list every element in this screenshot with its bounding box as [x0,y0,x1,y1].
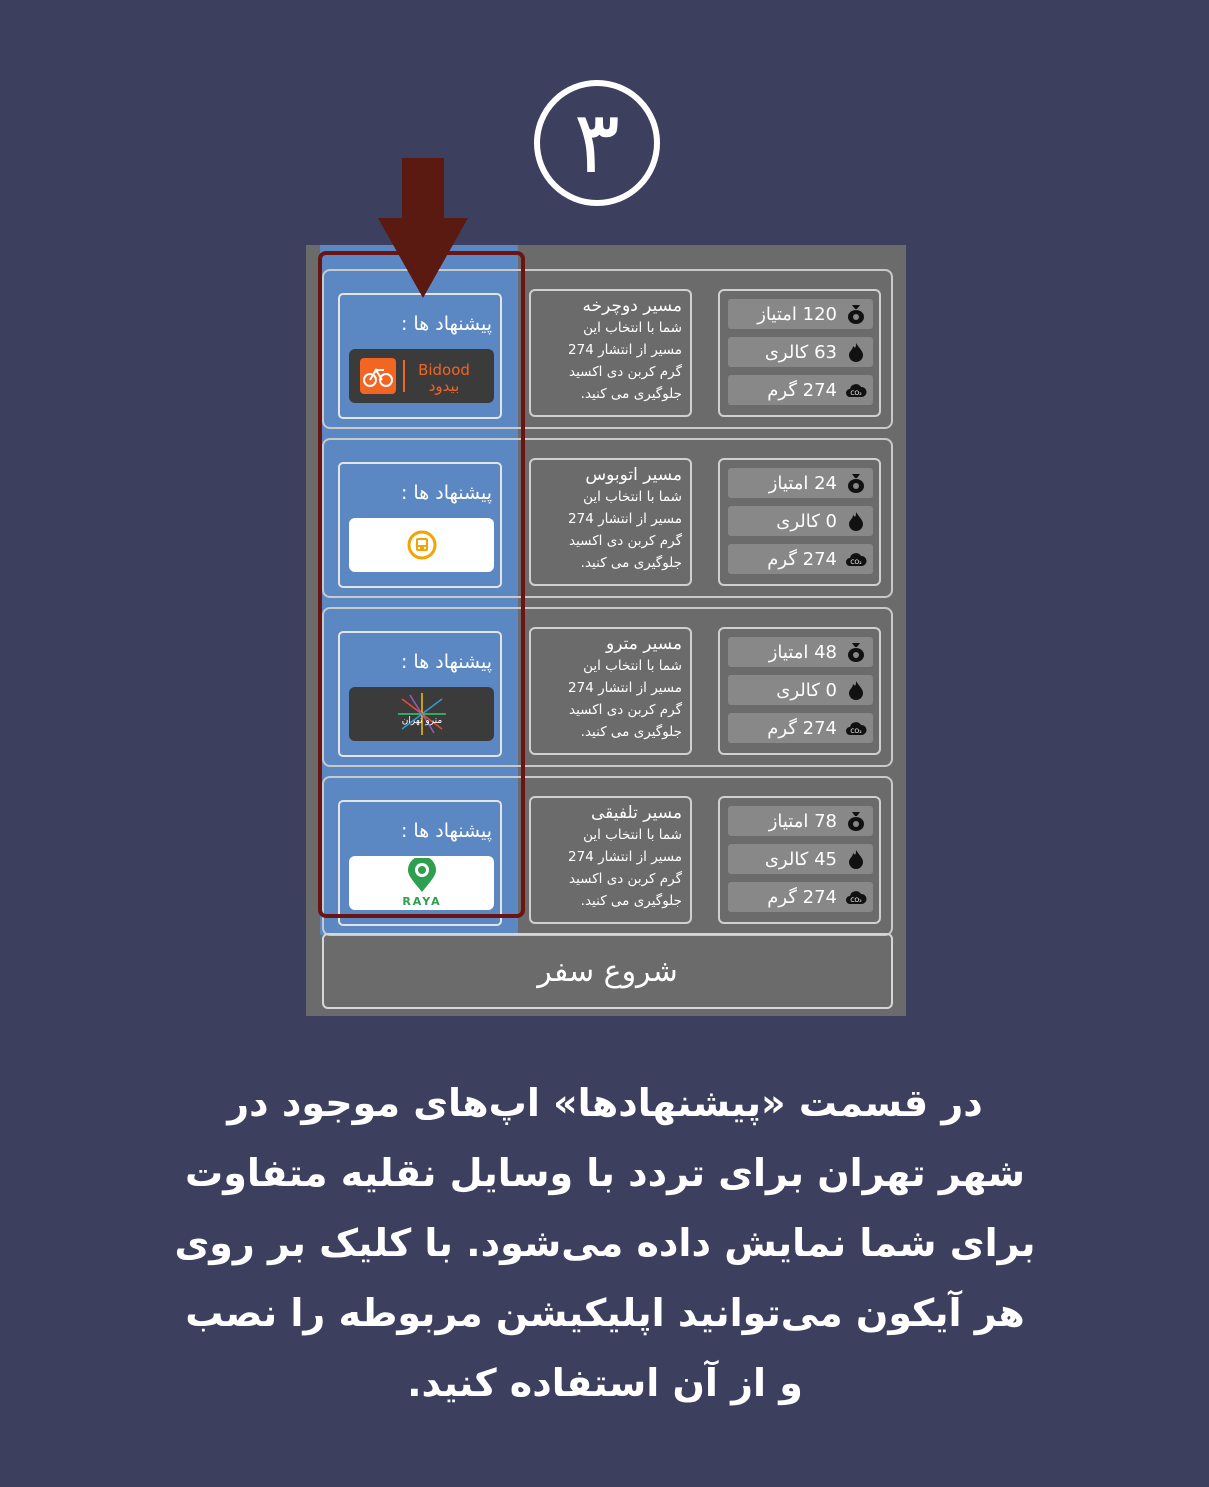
money-bag-icon [848,305,864,324]
route-body: شما با انتخاب این مسیر از انتشار 274 گرم… [568,489,682,571]
route-description: مسیر مترو شما با انتخاب این مسیر از انتش… [529,627,692,755]
calories-stat: 0 کالری [728,675,873,705]
svg-text:CO₂: CO₂ [850,390,862,397]
step-number: ۳ [573,93,621,193]
points-stat: 48 امتیاز [728,637,873,667]
money-bag-icon [848,643,864,662]
route-stats: 24 امتیاز 0 کالری 274 گرم CO₂ [718,458,881,586]
flame-icon [849,343,863,362]
carbon-stat: 274 گرم CO₂ [728,544,873,574]
caption-text: در قسمت «پیشنهادها» اپ‌های موجود در شهر … [174,1081,1036,1405]
route-body: شما با انتخاب این مسیر از انتشار 274 گرم… [568,320,682,402]
calories-stat: 45 کالری [728,844,873,874]
co2-cloud-icon: CO₂ [846,891,867,904]
route-description: مسیر تلفیقی شما با انتخاب این مسیر از ان… [529,796,692,924]
svg-text:CO₂: CO₂ [850,559,862,566]
carbon-stat: 274 گرم CO₂ [728,882,873,912]
points-stat: 120 امتیاز [728,299,873,329]
route-stats: 48 امتیاز 0 کالری 274 گرم CO₂ [718,627,881,755]
flame-icon [849,850,863,869]
co2-cloud-icon: CO₂ [846,553,867,566]
money-bag-icon [848,474,864,493]
flame-icon [849,681,863,700]
route-description: مسیر دوچرخه شما با انتخاب این مسیر از ان… [529,289,692,417]
route-title: مسیر دوچرخه [582,296,682,316]
route-stats: 78 امتیاز 45 کالری 274 گرم CO₂ [718,796,881,924]
points-stat: 78 امتیاز [728,806,873,836]
svg-text:CO₂: CO₂ [850,897,862,904]
money-bag-icon [848,812,864,831]
calories-stat: 0 کالری [728,506,873,536]
route-title: مسیر مترو [605,634,682,654]
suggestions-highlight-frame [318,251,525,918]
route-body: شما با انتخاب این مسیر از انتشار 274 گرم… [568,658,682,740]
co2-cloud-icon: CO₂ [846,384,867,397]
points-stat: 24 امتیاز [728,468,873,498]
route-description: مسیر اتوبوس شما با انتخاب این مسیر از ان… [529,458,692,586]
step-number-badge: ۳ [534,80,660,206]
carbon-stat: 274 گرم CO₂ [728,375,873,405]
flame-icon [849,512,863,531]
carbon-stat: 274 گرم CO₂ [728,713,873,743]
route-body: شما با انتخاب این مسیر از انتشار 274 گرم… [568,827,682,909]
route-title: مسیر اتوبوس [585,465,682,485]
svg-text:CO₂: CO₂ [850,728,862,735]
route-stats: 120 امتیاز 63 کالری 274 گرم CO₂ [718,289,881,417]
route-title: مسیر تلفیقی [590,803,682,823]
co2-cloud-icon: CO₂ [846,722,867,735]
calories-stat: 63 کالری [728,337,873,367]
down-arrow-icon [378,158,468,298]
start-trip-button[interactable]: شروع سفر [322,933,893,1009]
